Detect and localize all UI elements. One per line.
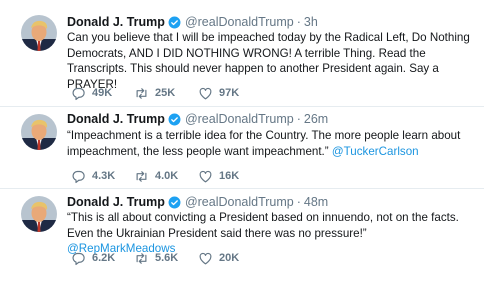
retweet-icon [134, 169, 149, 184]
author-name[interactable]: Donald J. Trump [67, 195, 165, 209]
tweet-divider [0, 106, 484, 107]
author-name[interactable]: Donald J. Trump [67, 15, 165, 29]
tweet-divider [0, 188, 484, 189]
separator-dot: · [296, 112, 301, 126]
author-name[interactable]: Donald J. Trump [67, 112, 165, 126]
like-count: 16K [219, 170, 240, 182]
tweet-header: Donald J. Trump @realDonaldTrump · 48m [67, 194, 328, 210]
timestamp[interactable]: 3h [304, 15, 318, 29]
tweet-header: Donald J. Trump @realDonaldTrump · 26m [67, 111, 328, 127]
timestamp[interactable]: 26m [304, 112, 328, 126]
heart-icon [198, 251, 213, 266]
reply-button[interactable]: 4.3K [71, 169, 134, 184]
tweet-body: “This is all about convicting a Presiden… [67, 211, 459, 240]
like-button[interactable]: 20K [198, 251, 239, 266]
separator-dot: · [296, 15, 301, 29]
retweet-button[interactable]: 4.0K [134, 169, 198, 184]
tweet-body: Can you believe that I will be impeached… [67, 31, 470, 91]
verified-badge-icon [168, 113, 181, 126]
heart-icon [198, 86, 213, 101]
tweet-header: Donald J. Trump @realDonaldTrump · 3h [67, 14, 318, 30]
like-count: 20K [219, 252, 240, 264]
retweet-count: 4.0K [155, 170, 179, 182]
author-handle[interactable]: @realDonaldTrump [185, 15, 294, 29]
avatar[interactable] [21, 196, 57, 232]
retweet-count: 25K [155, 87, 176, 99]
reply-count: 6.2K [92, 252, 116, 264]
mention-link[interactable]: @TuckerCarlson [332, 145, 419, 158]
author-handle[interactable]: @realDonaldTrump [185, 195, 294, 209]
retweet-icon [134, 251, 149, 266]
retweet-count: 5.6K [155, 252, 179, 264]
like-button[interactable]: 97K [198, 86, 239, 101]
tweet-actions: 4.3K 4.0K 16K [71, 169, 239, 183]
verified-badge-icon [168, 196, 181, 209]
verified-badge-icon [168, 16, 181, 29]
avatar[interactable] [21, 114, 57, 150]
reply-icon [71, 251, 86, 266]
retweet-icon [134, 86, 149, 101]
timestamp[interactable]: 48m [304, 195, 328, 209]
reply-button[interactable]: 6.2K [71, 251, 134, 266]
reply-button[interactable]: 49K [71, 86, 134, 101]
avatar[interactable] [21, 15, 57, 51]
tweet-text: “Impeachment is a terrible idea for the … [67, 128, 477, 159]
retweet-button[interactable]: 5.6K [134, 251, 198, 266]
reply-icon [71, 169, 86, 184]
reply-count: 49K [92, 87, 113, 99]
tweet-actions: 6.2K 5.6K 20K [71, 251, 239, 265]
retweet-button[interactable]: 25K [134, 86, 198, 101]
like-count: 97K [219, 87, 240, 99]
tweet-actions: 49K 25K 97K [71, 86, 239, 100]
reply-icon [71, 86, 86, 101]
author-handle[interactable]: @realDonaldTrump [185, 112, 294, 126]
tweet-text: Can you believe that I will be impeached… [67, 30, 477, 92]
like-button[interactable]: 16K [198, 169, 239, 184]
reply-count: 4.3K [92, 170, 116, 182]
separator-dot: · [296, 195, 301, 209]
heart-icon [198, 169, 213, 184]
tweet-feed: Donald J. Trump @realDonaldTrump · 3h Ca… [0, 0, 484, 282]
